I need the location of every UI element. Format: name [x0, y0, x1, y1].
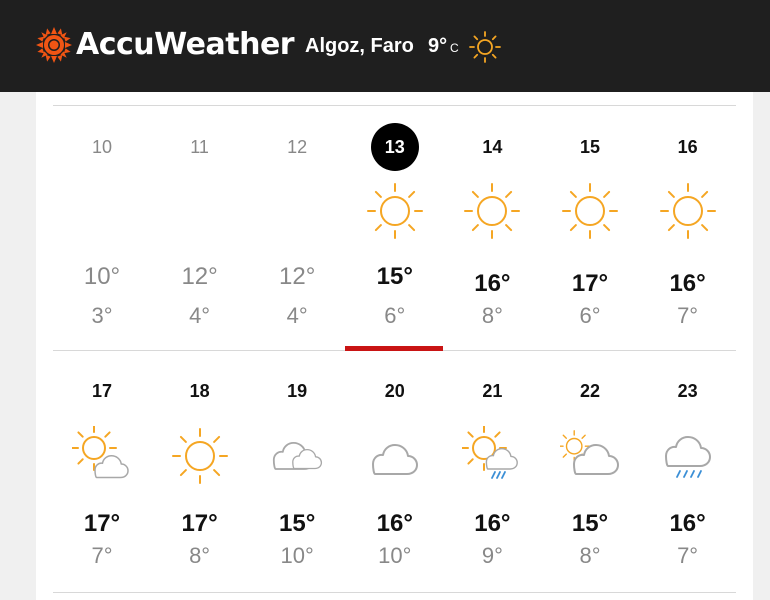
- low-temperature: 10°: [378, 543, 412, 568]
- day-number: 15: [579, 137, 601, 157]
- low-temperature: 10°: [280, 543, 314, 568]
- accuweather-logo[interactable]: AccuWeather: [36, 27, 295, 63]
- top-header: AccuWeather Algoz, Faro 9° C: [0, 0, 770, 92]
- high-temperature: 17°: [181, 510, 218, 537]
- day-number: 21: [482, 381, 503, 401]
- low-temperature: 4°: [286, 303, 308, 328]
- top-divider: [53, 105, 736, 106]
- high-temperature: 15°: [571, 510, 609, 537]
- high-temperature: 12°: [181, 263, 218, 290]
- day-number: 17: [91, 381, 113, 401]
- high-temperature: 17°: [571, 270, 609, 297]
- brand-name: AccuWeather: [76, 27, 295, 62]
- day-number: 14: [482, 137, 503, 157]
- low-temperature: 8°: [189, 543, 211, 568]
- logo-sun-icon: [36, 27, 72, 63]
- high-temperature: 10°: [83, 263, 121, 290]
- high-temperature: 15°: [279, 510, 316, 537]
- day-number: 12: [287, 137, 308, 157]
- mostly-cloudy-icon: [560, 430, 619, 475]
- low-temperature: 7°: [677, 303, 699, 328]
- current-temperature: 9°: [428, 35, 448, 57]
- day-number: 20: [384, 381, 405, 401]
- high-temperature: 12°: [279, 263, 316, 290]
- day-number: 23: [677, 381, 698, 401]
- day-number: 10: [91, 137, 113, 157]
- high-temperature: 16°: [376, 510, 413, 537]
- sunny-icon: [464, 183, 521, 239]
- current-sunny-icon: [469, 31, 501, 63]
- high-temperature: 16°: [474, 510, 511, 537]
- high-temperature: 16°: [669, 510, 706, 537]
- day-number: 16: [677, 137, 698, 157]
- low-temperature: 7°: [91, 543, 113, 568]
- low-temperature: 8°: [579, 543, 601, 568]
- sunny-icon: [171, 428, 228, 484]
- low-temperature: 9°: [481, 543, 503, 568]
- low-temperature: 8°: [481, 303, 503, 328]
- low-temperature: 4°: [189, 303, 211, 328]
- low-temperature: 6°: [579, 303, 601, 328]
- high-temperature: 17°: [83, 510, 121, 537]
- day-number: 13: [384, 137, 405, 157]
- bottom-divider: [53, 592, 736, 593]
- temperature-unit: C: [450, 41, 459, 55]
- high-temperature: 15°: [376, 263, 413, 290]
- sunny-icon: [659, 183, 716, 239]
- partly-sunny-icon: [72, 426, 129, 479]
- sunny-icon: [562, 183, 618, 239]
- cloud-icon: [371, 444, 418, 475]
- sunny-icon: [366, 183, 423, 239]
- selected-day-indicator: [345, 346, 443, 351]
- day-number: 19: [287, 381, 308, 401]
- location-name[interactable]: Algoz, Faro: [305, 34, 414, 58]
- day-number: 22: [579, 381, 601, 401]
- day-number: 11: [190, 137, 209, 157]
- high-temperature: 16°: [669, 270, 706, 297]
- low-temperature: 7°: [677, 543, 699, 568]
- low-temperature: 6°: [384, 303, 406, 328]
- cloudy-icon: [273, 441, 323, 470]
- page-gutter: [753, 92, 770, 600]
- day-number: 18: [189, 381, 210, 401]
- rain-icon: [664, 436, 711, 478]
- high-temperature: 16°: [474, 270, 511, 297]
- low-temperature: 3°: [91, 303, 113, 328]
- sun-cloud-rain-icon: [462, 426, 519, 479]
